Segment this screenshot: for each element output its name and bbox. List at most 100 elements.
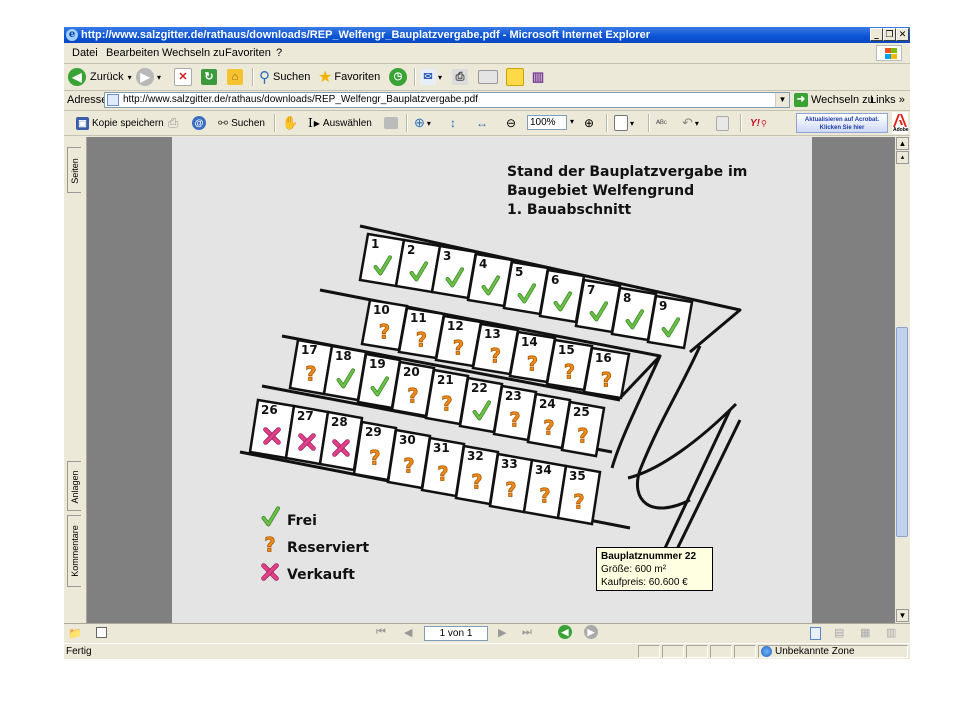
plan-title: Stand der Bauplatzvergabe im Baugebiet W…	[507, 164, 747, 218]
plot-16[interactable]: 16?	[582, 346, 631, 400]
question-icon: ?	[369, 446, 381, 470]
last-page-button[interactable]: ⏭	[522, 626, 532, 639]
zoom-input[interactable]: 100%	[527, 115, 567, 130]
legend-label-verkauft: Verkauft	[287, 567, 355, 583]
plot-35[interactable]: 35?	[556, 464, 602, 526]
close-button[interactable]: ✕	[896, 28, 909, 41]
print-pdf-button[interactable]: ⎙	[168, 113, 178, 133]
spellcheck-button[interactable]: ᴬᴮᶜ	[656, 113, 667, 133]
question-glyph: ?	[527, 352, 538, 375]
hand-tool-button[interactable]: ✋	[282, 113, 298, 133]
edit-button[interactable]	[478, 67, 498, 87]
go-label: Wechseln zu	[811, 94, 874, 106]
page-icon[interactable]	[96, 627, 107, 638]
plot-number: 2	[407, 243, 415, 257]
plot-number: 16	[595, 351, 612, 365]
chevron-down-icon: ▾	[438, 72, 443, 82]
folder-icon[interactable]: 📁	[68, 627, 82, 640]
question-icon: ?	[407, 384, 419, 408]
plot-number: 29	[365, 425, 382, 439]
discuss-button[interactable]	[506, 67, 524, 87]
undo-icon: ↶	[682, 115, 693, 130]
mail-button[interactable]: ✉ ▾	[420, 67, 442, 87]
snapshot-button[interactable]	[384, 113, 398, 133]
back-arrow-icon: ◀	[68, 68, 86, 86]
address-input[interactable]: http://www.salzgitter.de/rathaus/downloa…	[104, 92, 790, 108]
page-layout-button[interactable]: ▾	[614, 113, 634, 133]
question-icon: ?	[403, 454, 415, 478]
go-button[interactable]: ➜ Wechseln zu	[794, 92, 874, 108]
yahoo-search-button[interactable]: Y! ⚲	[750, 113, 767, 133]
continuous-facing-view-icon[interactable]: ▥	[886, 626, 896, 639]
mail-icon: ✉	[420, 69, 436, 85]
tab-pages[interactable]: Seiten	[67, 147, 81, 193]
print-button[interactable]: ⎙	[452, 67, 468, 87]
tab-attachments[interactable]: Anlagen	[67, 461, 81, 511]
address-dropdown-button[interactable]: ▼	[775, 93, 789, 107]
question-icon: ?	[379, 320, 391, 344]
continuous-view-icon[interactable]: ▤	[834, 626, 844, 639]
status-cell	[686, 645, 708, 658]
zoom-dropdown-button[interactable]: ▾	[570, 117, 574, 126]
minimize-button[interactable]: _	[870, 28, 883, 41]
links-button[interactable]: Links »	[870, 94, 905, 106]
find-button[interactable]: ⚯ Suchen	[218, 113, 265, 133]
scroll-up-button[interactable]: ▲	[896, 137, 909, 150]
question-glyph: ?	[437, 462, 448, 485]
fit-height-button[interactable]: ↕	[450, 113, 456, 133]
question-icon: ?	[564, 360, 576, 384]
fit-width-button[interactable]: ↔	[476, 113, 488, 133]
menu-help[interactable]: ?	[276, 47, 282, 59]
plot-number: 5	[515, 265, 523, 279]
history-button[interactable]: ◷	[389, 67, 407, 87]
acrobat-upgrade-button[interactable]: Aktualisieren auf Acrobat. Klicken Sie h…	[796, 113, 888, 133]
stop-button[interactable]: ✕	[174, 67, 192, 87]
question-icon: ?	[539, 484, 551, 508]
favorites-button[interactable]: ★ Favoriten	[318, 67, 380, 87]
zoom-in-tool-button[interactable]: ⊕ ▾	[414, 113, 431, 133]
undo-button[interactable]: ↶ ▾	[682, 113, 699, 133]
separator	[648, 114, 650, 132]
page-layout-icon	[614, 115, 628, 131]
search-button[interactable]: ⚲ Suchen	[259, 67, 310, 87]
tab-comments[interactable]: Kommentare	[67, 515, 81, 587]
single-page-view-icon[interactable]	[810, 627, 821, 640]
research-button[interactable]: ▥	[530, 67, 546, 87]
scroll-page-up-button[interactable]: ▴	[896, 151, 909, 164]
question-glyph: ?	[441, 392, 452, 415]
save-copy-button[interactable]: ▣ Kopie speichern	[76, 113, 164, 133]
zoom-in-button[interactable]: ⊕	[584, 113, 594, 133]
home-button[interactable]: ⌂	[227, 67, 243, 87]
page-number-input[interactable]: 1 von 1	[424, 626, 488, 641]
scroll-thumb[interactable]	[896, 327, 908, 537]
menu-bearbeiten[interactable]: Bearbeiten	[106, 47, 159, 59]
go-forward-view-icon[interactable]: ▶	[584, 625, 598, 639]
menu-wechseln-zu[interactable]: Wechseln zu	[162, 47, 225, 59]
maximize-button[interactable]: ❐	[883, 28, 896, 41]
question-glyph: ?	[416, 328, 427, 351]
first-page-button[interactable]: ⏮	[376, 626, 386, 639]
next-page-button[interactable]: ▶	[498, 626, 506, 639]
email-pdf-button[interactable]: @	[192, 113, 206, 133]
scroll-down-button[interactable]: ▼	[896, 609, 909, 622]
tooltip-size: Größe: 600 m²	[601, 564, 667, 575]
fit-width-icon: ↔	[476, 116, 488, 130]
plot-25[interactable]: 25?	[560, 400, 606, 458]
printer-icon: ⎙	[168, 115, 179, 130]
forward-button[interactable]: ▶ ▾	[136, 67, 161, 87]
plot-9[interactable]: 9	[646, 294, 694, 350]
menu-datei[interactable]: Datei	[72, 47, 98, 59]
printer-icon: ⎙	[452, 69, 468, 85]
zoom-out-button[interactable]: ⊖	[506, 113, 516, 133]
menu-favoriten[interactable]: Favoriten	[225, 47, 271, 59]
refresh-button[interactable]: ↻	[201, 67, 217, 87]
previous-page-button[interactable]: ◀	[404, 626, 412, 639]
back-button[interactable]: ◀ Zurück ▾	[68, 67, 132, 87]
reader-toolbar: ▣ Kopie speichern ⎙ @ ⚯ Suchen ✋ I ▶ Aus…	[64, 111, 910, 136]
go-back-view-icon[interactable]: ◀	[558, 625, 572, 639]
ie-icon: e	[66, 29, 78, 41]
copy-button[interactable]	[716, 113, 729, 133]
vertical-scrollbar[interactable]: ▲ ▴ ▼	[895, 137, 910, 623]
select-tool-button[interactable]: I ▶ Auswählen	[308, 113, 372, 133]
facing-view-icon[interactable]: ▦	[860, 626, 870, 639]
